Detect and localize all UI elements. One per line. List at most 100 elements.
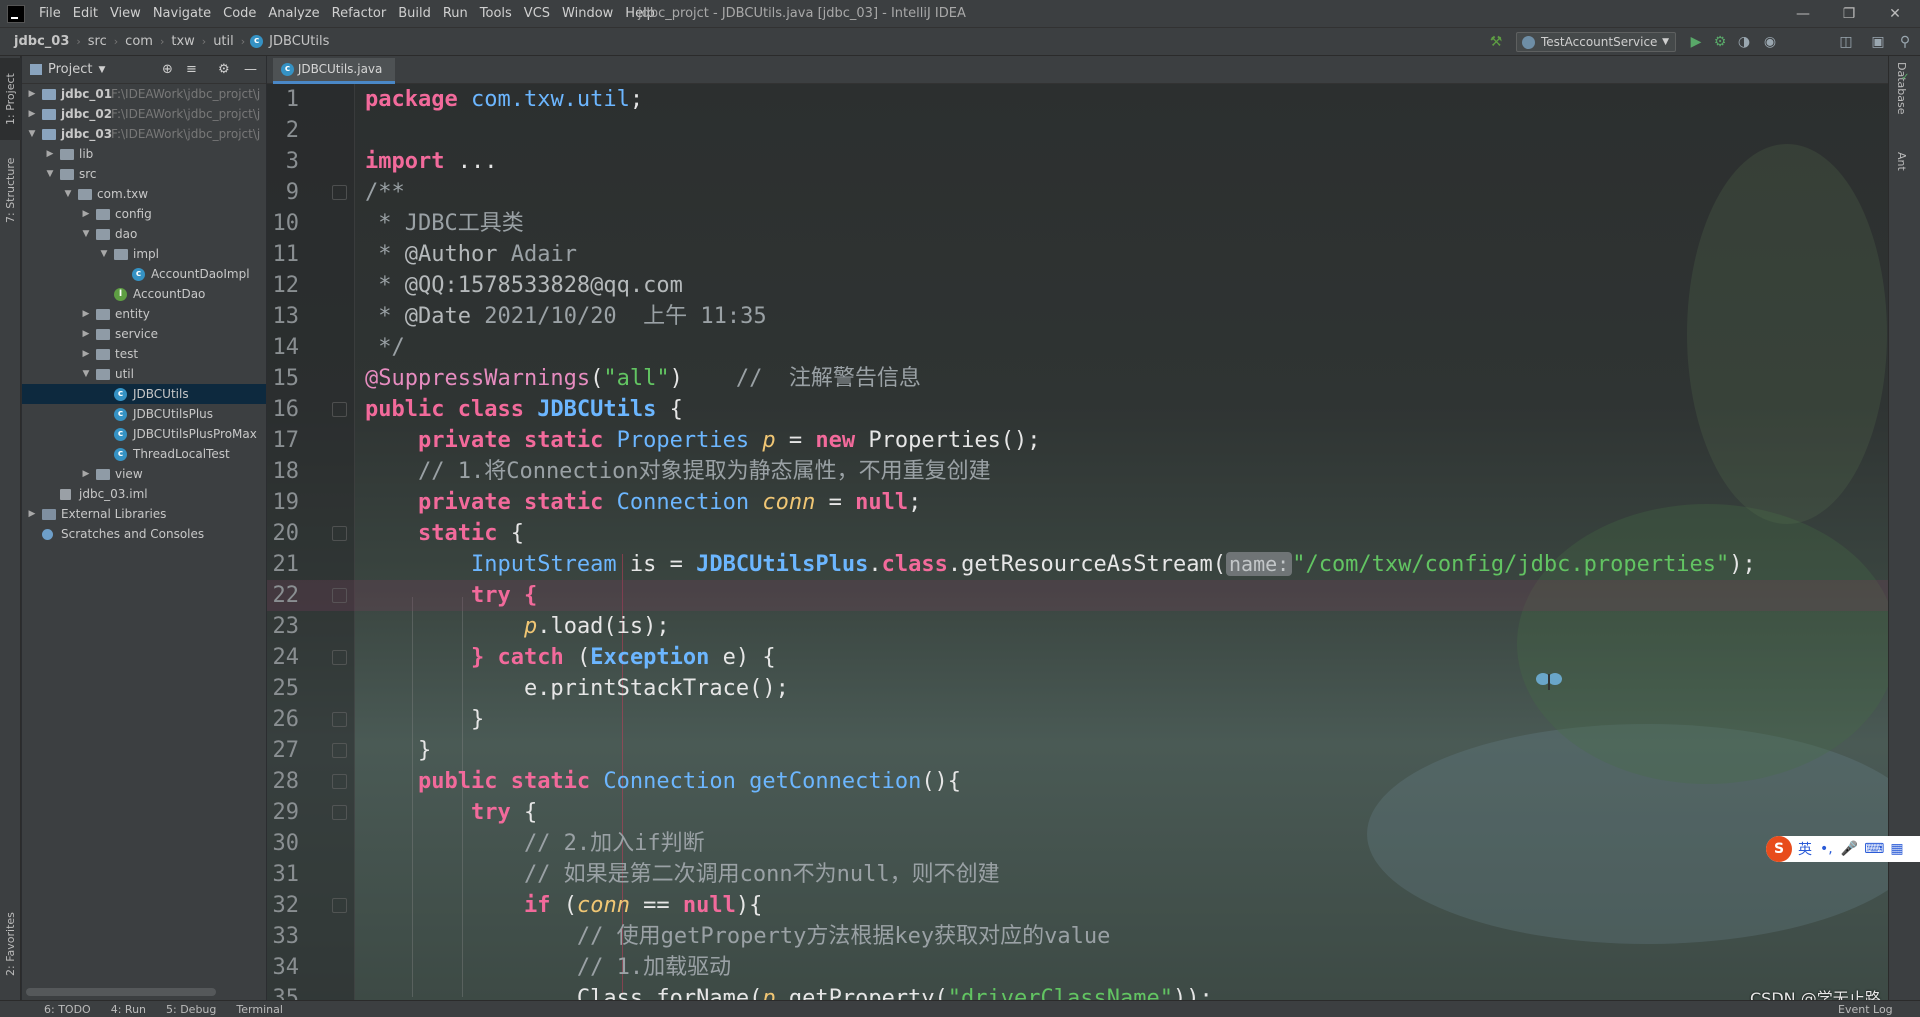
menu-navigate[interactable]: Navigate [147,0,217,28]
chevron-down-icon[interactable]: ▼ [80,224,92,244]
chevron-right-icon[interactable]: ▶ [80,324,92,344]
tree-item[interactable]: ▼ impl [22,244,266,264]
breadcrumb-item[interactable]: src [86,34,109,49]
menu-analyze[interactable]: Analyze [262,0,325,28]
microphone-icon[interactable]: 🎤 [1841,841,1858,857]
code-line[interactable]: 2 [267,115,1888,146]
chevron-right-icon[interactable]: ▶ [80,344,92,364]
code-line[interactable]: 31 // 如果是第二次调用conn不为null，则不创建 [267,859,1888,890]
run-tool[interactable]: 4: Run [101,1003,156,1016]
search-icon[interactable]: ⚲ [1895,32,1915,52]
code-line[interactable]: 14 */ [267,332,1888,363]
menu-view[interactable]: View [104,0,147,28]
tree-item[interactable]: ▶ lib [22,144,266,164]
tree-item[interactable]: ▶ jdbc_02 F:\IDEAWork\jdbc_projct\j [22,104,266,124]
menu-build[interactable]: Build [392,0,437,28]
tree-item[interactable]: ▶ test [22,344,266,364]
profile-icon[interactable]: ◉ [1760,32,1780,52]
tree-item[interactable]: c JDBCUtilsPlusProMax [22,424,266,444]
chevron-right-icon[interactable]: ▶ [80,204,92,224]
tab-structure[interactable]: 7: Structure [0,150,21,230]
fold-icon[interactable] [332,774,347,789]
breadcrumb-item[interactable]: jdbc_03 [12,34,71,49]
code-line[interactable]: 32 if (conn == null){ [267,890,1888,921]
chevron-down-icon[interactable]: ▼ [98,244,110,264]
horizontal-scrollbar[interactable] [26,988,216,996]
chevron-right-icon[interactable]: ▶ [44,144,56,164]
fold-icon[interactable] [332,743,347,758]
breadcrumb-item[interactable]: txw [169,34,196,49]
tree-item[interactable]: ▼ dao [22,224,266,244]
project-structure-icon[interactable]: ◫ [1836,32,1856,52]
chevron-right-icon[interactable]: ▶ [26,104,38,124]
menu-file[interactable]: File [33,0,67,28]
fold-icon[interactable] [332,526,347,541]
code-line[interactable]: 18 // 1.将Connection对象提取为静态属性，不用重复创建 [267,456,1888,487]
breadcrumb-item[interactable]: JDBCUtils [267,34,331,49]
code-line[interactable]: 9 /** [267,177,1888,208]
close-icon[interactable]: ✕ [1872,0,1918,28]
layout-icon[interactable]: ▣ [1868,32,1888,52]
locate-icon[interactable]: ⊕ [162,62,173,77]
ime-mode-label[interactable]: 英 [1798,839,1812,859]
breadcrumb-item[interactable]: util [211,34,236,49]
tree-item[interactable]: c ThreadLocalTest [22,444,266,464]
project-view-select[interactable]: Project [48,62,92,77]
chevron-down-icon[interactable]: ▼ [80,364,92,384]
tree-item[interactable]: ▶ service [22,324,266,344]
gear-icon[interactable]: ⚙ [218,62,230,77]
code-line[interactable]: 17 private static Properties p = new Pro… [267,425,1888,456]
code-line[interactable]: 16 public class JDBCUtils { [267,394,1888,425]
tab-project[interactable]: 1: Project [0,58,21,140]
fold-icon[interactable] [332,898,347,913]
grid-icon[interactable]: ▦ [1890,841,1903,857]
tab-database[interactable]: Database [1895,62,1908,115]
code-line[interactable]: 3 import ... [267,146,1888,177]
run-configuration-select[interactable]: TestAccountService ▼ [1516,32,1676,52]
tree-item[interactable]: ▶ entity [22,304,266,324]
tree-item[interactable]: c JDBCUtils [22,384,266,404]
menu-tools[interactable]: Tools [474,0,518,28]
keyboard-icon[interactable]: ⌨ [1864,841,1884,857]
code-line[interactable]: 29 try { [267,797,1888,828]
breadcrumb-item[interactable]: com [123,34,155,49]
fold-icon[interactable] [332,588,347,603]
code-line[interactable]: 21 InputStream is = JDBCUtilsPlus.class.… [267,549,1888,580]
menu-run[interactable]: Run [437,0,474,28]
code-line[interactable]: 23 p.load(is); [267,611,1888,642]
fold-icon[interactable] [332,402,347,417]
minimize-icon[interactable]: — [1780,0,1826,28]
code-line[interactable]: 10 * JDBC工具类 [267,208,1888,239]
code-line[interactable]: 25 e.printStackTrace(); [267,673,1888,704]
code-editor[interactable]: 1 package com.txw.util; 2 3 import ... 9/** 10… [267,84,1888,1000]
code-line[interactable]: 12 * @QQ:1578533828@qq.com [267,270,1888,301]
chevron-down-icon[interactable]: ▼ [62,184,74,204]
chevron-right-icon[interactable]: ▶ [26,84,38,104]
tree-item[interactable]: ▼ jdbc_03 F:\IDEAWork\jdbc_projct\j [22,124,266,144]
tree-item[interactable]: ▼ com.txw [22,184,266,204]
tree-item[interactable]: ▶ jdbc_01 F:\IDEAWork\jdbc_projct\j [22,84,266,104]
tab-jdbcutils-java[interactable]: c JDBCUtils.java ✕ [273,58,395,99]
fold-icon[interactable] [332,650,347,665]
inspection-ok-icon[interactable]: ✓ [1901,72,1909,83]
restore-icon[interactable]: ❐ [1826,0,1872,28]
code-line[interactable]: 11 * @Author Adair [267,239,1888,270]
collapse-all-icon[interactable]: ≡ [186,62,197,77]
punctuation-icon[interactable]: •, [1820,841,1833,857]
code-line[interactable]: 22 try { [267,580,1888,611]
code-line[interactable]: 1 package com.txw.util; [267,84,1888,115]
chevron-down-icon[interactable]: ▼ [26,124,38,144]
tree-item[interactable]: ▶ config [22,204,266,224]
fold-icon[interactable] [332,185,347,200]
tree-item[interactable]: c AccountDaoImpl [22,264,266,284]
debug-icon[interactable]: ⚙ [1710,32,1730,52]
tree-item[interactable]: ▼ src [22,164,266,184]
code-line[interactable]: 19 private static Connection conn = null… [267,487,1888,518]
code-line[interactable]: 26 } [267,704,1888,735]
menu-refactor[interactable]: Refactor [326,0,393,28]
menu-window[interactable]: Window [556,0,619,28]
menu-vcs[interactable]: VCS [518,0,556,28]
fold-icon[interactable] [332,712,347,727]
code-line[interactable]: 34 // 1.加载驱动 [267,952,1888,983]
code-line[interactable]: 30 // 2.加入if判断 [267,828,1888,859]
